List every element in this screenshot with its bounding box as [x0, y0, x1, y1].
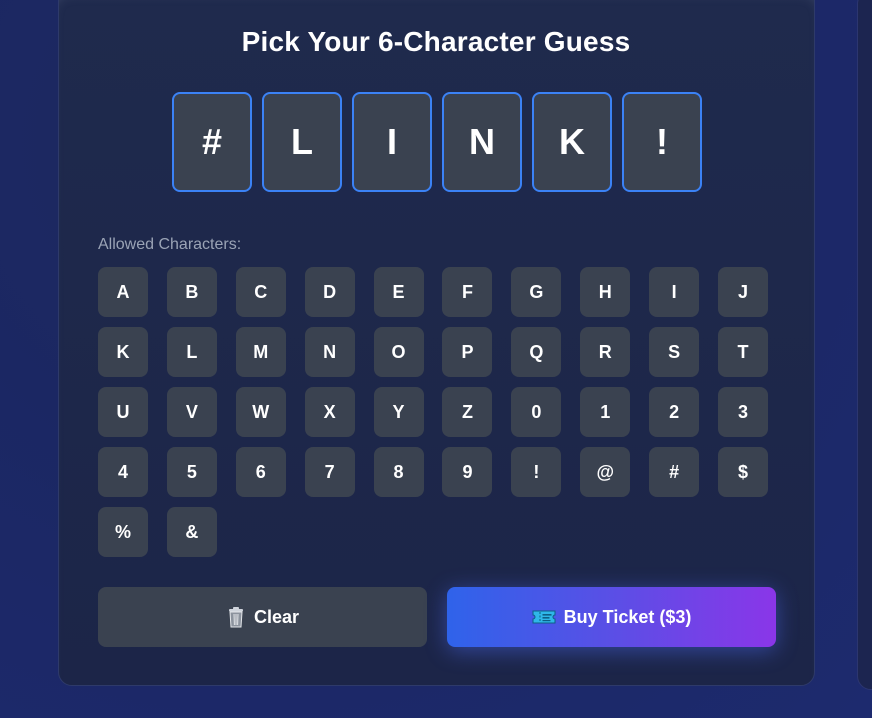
character-key[interactable]: 9 — [442, 447, 493, 497]
character-key[interactable]: 1 — [580, 387, 631, 437]
character-key[interactable]: A — [98, 267, 148, 317]
character-key[interactable]: % — [98, 507, 148, 557]
character-key[interactable]: ! — [511, 447, 562, 497]
character-key[interactable]: X — [304, 387, 355, 437]
allowed-characters-label: Allowed Characters: — [98, 236, 242, 253]
character-key[interactable]: F — [442, 267, 493, 317]
character-key[interactable]: N — [304, 327, 355, 377]
character-key[interactable]: 7 — [304, 447, 355, 497]
character-key[interactable]: V — [166, 387, 217, 437]
page-title: Pick Your 6-Character Guess — [241, 26, 631, 57]
buy-ticket-button-label: Buy Ticket ($3) — [563, 606, 692, 627]
character-key[interactable]: C — [235, 267, 286, 317]
adjacent-panel — [857, 0, 872, 690]
guess-slot[interactable]: N — [442, 92, 522, 192]
character-key[interactable]: 5 — [166, 447, 217, 497]
character-key[interactable]: 4 — [98, 447, 148, 497]
character-key[interactable]: W — [235, 387, 286, 437]
character-key[interactable]: R — [580, 327, 631, 377]
character-key[interactable]: Y — [373, 387, 424, 437]
character-key[interactable]: J — [718, 267, 769, 317]
guess-slot[interactable]: # — [172, 92, 252, 192]
guess-slots: # L I N K ! — [172, 92, 702, 192]
character-key[interactable]: U — [98, 387, 148, 437]
character-key[interactable]: B — [166, 267, 217, 317]
character-key[interactable]: 2 — [649, 387, 700, 437]
character-key[interactable]: M — [235, 327, 286, 377]
character-key[interactable]: & — [166, 507, 217, 557]
character-keyboard: A B C D E F G H I J K L M N O P Q R S T U V W X Y Z 0 1 2 3 4 5 6 7 8 9! @ # $… — [98, 267, 769, 557]
clear-button-label: Clear — [253, 606, 300, 627]
character-key[interactable]: D — [304, 267, 355, 317]
guess-slot[interactable]: I — [352, 92, 432, 192]
clear-button[interactable]: Clear — [98, 587, 427, 647]
trash-icon — [226, 606, 246, 628]
character-key[interactable]: # — [649, 447, 700, 497]
character-key[interactable]: K — [98, 327, 148, 377]
ticket-icon — [532, 609, 556, 625]
character-key[interactable]: Z — [442, 387, 493, 437]
character-key[interactable]: O — [373, 327, 424, 377]
character-key[interactable]: T — [718, 327, 769, 377]
buy-ticket-button[interactable]: Buy Ticket ($3) — [447, 587, 776, 647]
character-key[interactable]: @ — [580, 447, 631, 497]
character-key[interactable]: 6 — [235, 447, 286, 497]
character-key[interactable]: 3 — [718, 387, 769, 437]
character-key[interactable]: $ — [718, 447, 769, 497]
character-key[interactable]: G — [511, 267, 562, 317]
character-key[interactable]: L — [166, 327, 217, 377]
character-key[interactable]: 0 — [511, 387, 562, 437]
character-key[interactable]: E — [373, 267, 424, 317]
character-key[interactable]: H — [580, 267, 631, 317]
guess-slot[interactable]: L — [262, 92, 342, 192]
character-key[interactable]: P — [442, 327, 493, 377]
character-key[interactable]: 8 — [373, 447, 424, 497]
character-key[interactable]: I — [649, 267, 700, 317]
guess-slot[interactable]: K — [532, 92, 612, 192]
character-key[interactable]: Q — [511, 327, 562, 377]
character-key[interactable]: S — [649, 327, 700, 377]
guess-slot[interactable]: ! — [622, 92, 702, 192]
